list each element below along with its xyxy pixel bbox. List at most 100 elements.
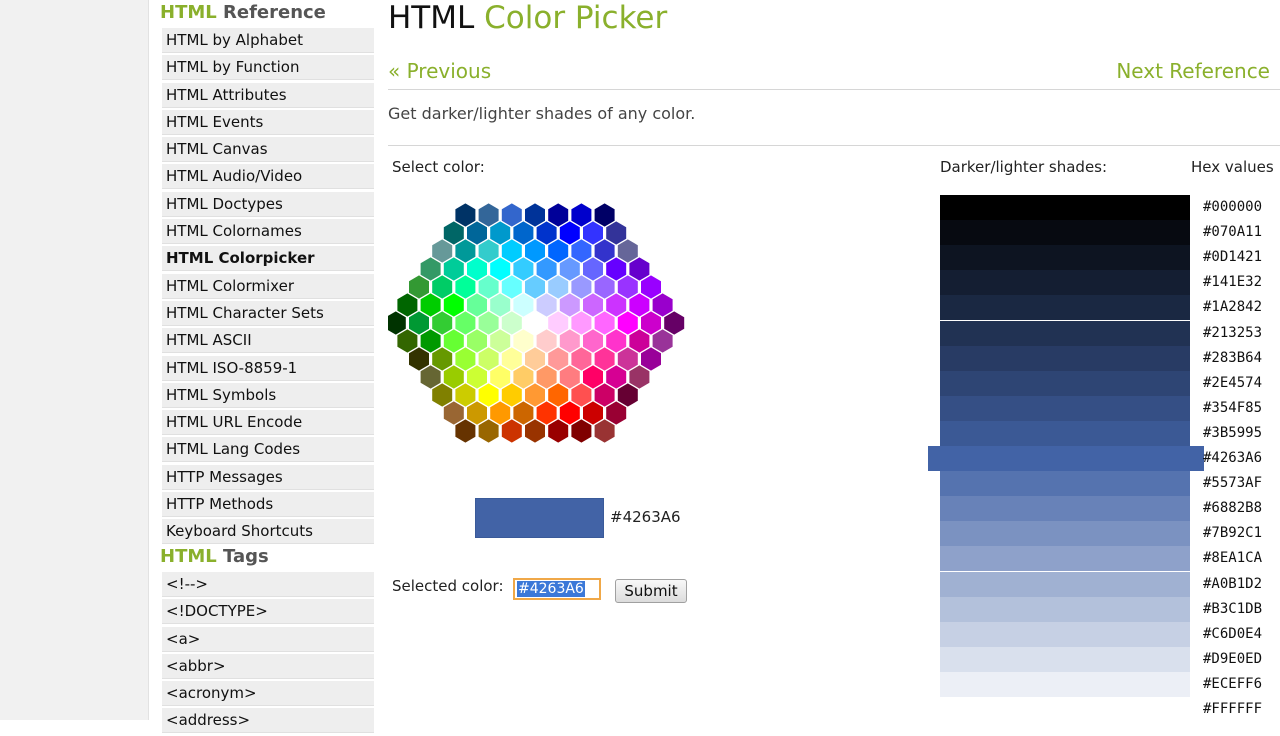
color-hexagon[interactable] bbox=[432, 347, 453, 371]
color-hexagon[interactable] bbox=[571, 347, 592, 371]
color-hexagon[interactable] bbox=[478, 383, 499, 407]
sidebar-item[interactable]: HTML Colormixer bbox=[162, 273, 374, 299]
color-hexagon[interactable] bbox=[455, 383, 476, 407]
color-hexagon[interactable] bbox=[536, 257, 557, 281]
color-hexagon[interactable] bbox=[501, 203, 522, 227]
color-hexagon[interactable] bbox=[594, 275, 615, 299]
sidebar-item[interactable]: HTML Doctypes bbox=[162, 191, 374, 217]
color-hexagon[interactable] bbox=[467, 221, 487, 245]
color-hexagon[interactable] bbox=[513, 329, 534, 353]
color-hexagon[interactable] bbox=[397, 293, 418, 317]
color-hexagon[interactable] bbox=[617, 275, 638, 299]
sidebar-item[interactable]: HTML Attributes bbox=[162, 82, 374, 108]
color-hexagon[interactable] bbox=[409, 311, 429, 335]
color-hexagon[interactable] bbox=[490, 257, 511, 281]
color-hexagon[interactable] bbox=[629, 293, 650, 317]
sidebar-item[interactable]: HTML Events bbox=[162, 109, 374, 135]
shade-swatch[interactable] bbox=[940, 420, 1190, 446]
submit-button[interactable]: Submit bbox=[615, 579, 687, 603]
selected-color-input[interactable]: #4263A6 bbox=[513, 578, 601, 600]
color-hexagon[interactable] bbox=[467, 293, 487, 317]
shade-swatch[interactable] bbox=[940, 270, 1190, 296]
sidebar-item[interactable]: HTTP Messages bbox=[162, 464, 374, 490]
color-hexagon[interactable] bbox=[478, 419, 499, 443]
color-hexagon[interactable] bbox=[617, 347, 638, 371]
color-hexagon[interactable] bbox=[490, 401, 511, 425]
color-hexagon[interactable] bbox=[501, 419, 522, 443]
sidebar-item[interactable]: Keyboard Shortcuts bbox=[162, 519, 374, 545]
color-hexagon[interactable] bbox=[629, 329, 650, 353]
color-hexagon[interactable] bbox=[432, 275, 453, 299]
color-hexagon[interactable] bbox=[583, 401, 603, 425]
color-hexagon[interactable] bbox=[571, 275, 592, 299]
color-hexagon[interactable] bbox=[641, 347, 661, 371]
color-hexagon[interactable] bbox=[513, 365, 534, 389]
shade-swatch[interactable] bbox=[940, 245, 1190, 271]
color-hexagon[interactable] bbox=[606, 329, 627, 353]
sidebar-item[interactable]: HTML Colorpicker bbox=[162, 246, 374, 272]
color-hexagon[interactable] bbox=[536, 365, 557, 389]
shade-swatch[interactable] bbox=[940, 646, 1190, 672]
color-hexagon[interactable] bbox=[467, 257, 487, 281]
shade-swatch[interactable] bbox=[940, 546, 1190, 572]
color-hexagon[interactable] bbox=[501, 239, 522, 263]
shade-swatch[interactable] bbox=[940, 320, 1190, 346]
shade-swatch[interactable] bbox=[940, 471, 1190, 497]
sidebar-tag-item[interactable]: <acronym> bbox=[162, 681, 374, 707]
sidebar-tag-item[interactable]: <!DOCTYPE> bbox=[162, 599, 374, 625]
color-hexagon[interactable] bbox=[559, 257, 580, 281]
color-hexagon[interactable] bbox=[664, 311, 685, 335]
color-hexagon[interactable] bbox=[606, 401, 627, 425]
previous-link[interactable]: « Previous bbox=[388, 58, 491, 84]
color-hexagon[interactable] bbox=[559, 221, 580, 245]
color-hexagon[interactable] bbox=[594, 419, 615, 443]
color-hexagon[interactable] bbox=[525, 311, 545, 335]
color-hexagon[interactable] bbox=[571, 311, 592, 335]
color-hexagon[interactable] bbox=[536, 293, 557, 317]
color-hexagon[interactable] bbox=[467, 329, 487, 353]
color-hexagon[interactable] bbox=[583, 257, 603, 281]
color-hexagon[interactable] bbox=[548, 311, 569, 335]
color-hexagon[interactable] bbox=[548, 275, 569, 299]
color-hexagon[interactable] bbox=[409, 347, 429, 371]
color-hexagon[interactable] bbox=[536, 329, 557, 353]
color-hexagon[interactable] bbox=[443, 221, 464, 245]
color-hexagon[interactable] bbox=[594, 239, 615, 263]
color-hexagon[interactable] bbox=[641, 311, 661, 335]
shade-swatch[interactable] bbox=[940, 697, 1190, 723]
color-hexagon[interactable] bbox=[443, 257, 464, 281]
sidebar-item[interactable]: HTML ASCII bbox=[162, 328, 374, 354]
color-hexagon[interactable] bbox=[397, 329, 418, 353]
color-hexagon-map[interactable] bbox=[388, 200, 688, 460]
color-hexagon[interactable] bbox=[490, 221, 511, 245]
color-hexagon[interactable] bbox=[513, 401, 534, 425]
color-hexagon[interactable] bbox=[594, 203, 615, 227]
color-hexagon[interactable] bbox=[420, 257, 441, 281]
color-hexagon[interactable] bbox=[583, 221, 603, 245]
color-hexagon[interactable] bbox=[629, 257, 650, 281]
shade-swatch[interactable] bbox=[940, 621, 1190, 647]
color-hexagon[interactable] bbox=[501, 347, 522, 371]
color-hexagon[interactable] bbox=[513, 293, 534, 317]
color-hexagon[interactable] bbox=[606, 257, 627, 281]
color-hexagon[interactable] bbox=[420, 329, 441, 353]
shade-swatch[interactable] bbox=[940, 370, 1190, 396]
next-reference-link[interactable]: Next Reference bbox=[1116, 58, 1270, 84]
color-hexagon[interactable] bbox=[455, 239, 476, 263]
sidebar-tag-item[interactable]: <address> bbox=[162, 708, 374, 734]
color-hexagon[interactable] bbox=[455, 203, 476, 227]
color-hexagon[interactable] bbox=[641, 275, 661, 299]
color-hexagon[interactable] bbox=[478, 275, 499, 299]
sidebar-item[interactable]: HTML Symbols bbox=[162, 382, 374, 408]
color-hexagon[interactable] bbox=[617, 239, 638, 263]
color-hexagon[interactable] bbox=[467, 365, 487, 389]
color-hexagon[interactable] bbox=[455, 419, 476, 443]
color-hexagon[interactable] bbox=[606, 365, 627, 389]
color-hexagon[interactable] bbox=[571, 203, 592, 227]
sidebar-tag-item[interactable]: <!--> bbox=[162, 572, 374, 597]
color-hexagon[interactable] bbox=[629, 365, 650, 389]
color-hexagon[interactable] bbox=[583, 293, 603, 317]
color-hexagon[interactable] bbox=[559, 365, 580, 389]
sidebar-item[interactable]: HTML Canvas bbox=[162, 137, 374, 163]
color-hexagon[interactable] bbox=[548, 203, 569, 227]
